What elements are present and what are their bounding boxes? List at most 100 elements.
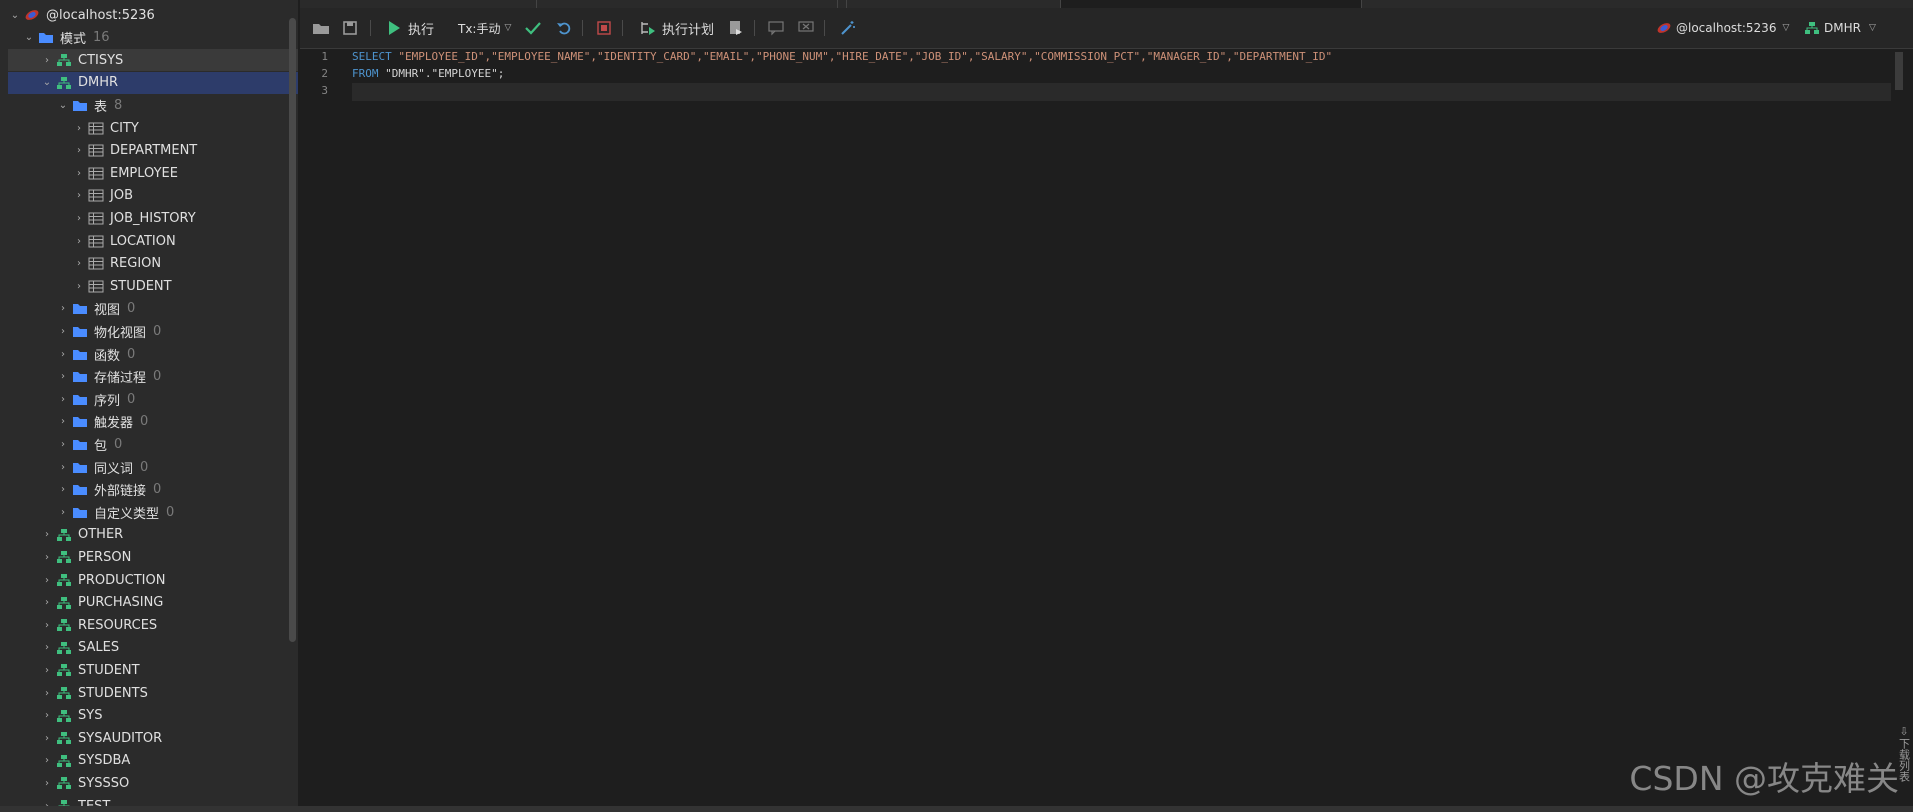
chevron-right-icon[interactable]: ›: [72, 258, 86, 269]
toolbar-separator: [622, 20, 623, 36]
tree-item-schema[interactable]: › RESOURCES: [8, 614, 298, 636]
tree-item-schema[interactable]: › CTISYS: [8, 49, 298, 72]
connection-label: @localhost:5236: [1676, 21, 1777, 35]
chevron-down-icon[interactable]: ⌄: [22, 32, 36, 43]
tree-item-folder[interactable]: › 触发器 0: [8, 411, 298, 433]
chevron-right-icon[interactable]: ›: [56, 394, 70, 405]
tree-item-schema[interactable]: › SYSDBA: [8, 750, 298, 772]
tree-item-schema[interactable]: › STUDENTS: [8, 682, 298, 704]
chevron-right-icon[interactable]: ›: [40, 597, 54, 608]
stop-icon: [596, 20, 612, 36]
chevron-right-icon[interactable]: ›: [40, 642, 54, 653]
tree-item-table[interactable]: › CITY: [8, 117, 298, 139]
chevron-right-icon[interactable]: ›: [40, 778, 54, 789]
stop-button[interactable]: [596, 17, 612, 39]
tree-item-schema[interactable]: ⌄ DMHR: [8, 71, 298, 94]
tree-item-folder[interactable]: › 同义词 0: [8, 456, 298, 478]
explain-button[interactable]: [728, 17, 744, 39]
chevron-right-icon[interactable]: ›: [56, 507, 70, 518]
table-icon: [86, 210, 106, 226]
chevron-right-icon[interactable]: ›: [72, 168, 86, 179]
chevron-right-icon[interactable]: ›: [56, 416, 70, 427]
rollback-button[interactable]: [556, 17, 572, 39]
chevron-right-icon[interactable]: ›: [40, 529, 54, 540]
comment-button[interactable]: [768, 17, 784, 39]
chevron-right-icon[interactable]: ›: [40, 733, 54, 744]
transaction-mode-dropdown[interactable]: Tx:手动 ▽: [458, 17, 511, 39]
tree-item-schema[interactable]: › OTHER: [8, 524, 298, 546]
chevron-right-icon[interactable]: ›: [40, 755, 54, 766]
tree-item-table[interactable]: › EMPLOYEE: [8, 162, 298, 184]
chevron-right-icon[interactable]: ›: [56, 371, 70, 382]
editor-tab[interactable]: [536, 0, 838, 8]
tree-item-connection[interactable]: ⌄ @localhost:5236: [8, 4, 280, 26]
editor-tab-active[interactable]: [1060, 0, 1362, 8]
chevron-right-icon[interactable]: ›: [72, 213, 86, 224]
tree-item-schema[interactable]: › PRODUCTION: [8, 569, 298, 591]
tree-item-schema[interactable]: › PERSON: [8, 546, 298, 568]
chevron-down-icon[interactable]: ⌄: [40, 77, 54, 88]
tree-item-schema[interactable]: › TEST: [8, 795, 298, 806]
execution-plan-button[interactable]: 执行计划: [640, 17, 714, 39]
tree-item-label: RESOURCES: [78, 617, 158, 633]
connection-selector[interactable]: @localhost:5236 ▽: [1656, 17, 1789, 39]
tree-item-tables-folder[interactable]: ⌄ 表 8: [8, 94, 298, 116]
tree-item-folder[interactable]: › 存储过程 0: [8, 366, 298, 388]
tree-item-schema[interactable]: › SYS: [8, 705, 298, 727]
sql-keyword: FROM: [352, 67, 379, 80]
chevron-right-icon[interactable]: ›: [56, 303, 70, 314]
tree-item-table[interactable]: › LOCATION: [8, 230, 298, 252]
tree-item-folder[interactable]: › 视图 0: [8, 298, 298, 320]
chevron-right-icon[interactable]: ›: [40, 710, 54, 721]
chevron-right-icon[interactable]: ›: [40, 575, 54, 586]
chevron-right-icon[interactable]: ›: [40, 552, 54, 563]
chevron-down-icon[interactable]: ⌄: [8, 10, 22, 21]
tree-item-schema[interactable]: › SYSSSO: [8, 772, 298, 794]
tree-item-schema[interactable]: › PURCHASING: [8, 592, 298, 614]
chevron-down-icon[interactable]: ⌄: [56, 100, 70, 111]
tree-item-label: 外部链接: [94, 484, 147, 500]
tree-item-table[interactable]: › JOB_HISTORY: [8, 207, 298, 229]
save-button[interactable]: [342, 17, 358, 39]
chevron-right-icon[interactable]: ›: [56, 439, 70, 450]
chevron-right-icon[interactable]: ›: [56, 484, 70, 495]
editor-scrollbar[interactable]: [1895, 52, 1903, 90]
tree-item-schemas-folder[interactable]: ⌄ 模式 16: [8, 27, 294, 49]
tree-scrollbar[interactable]: [289, 18, 296, 642]
uncomment-button[interactable]: [798, 17, 814, 39]
chevron-right-icon[interactable]: ›: [72, 190, 86, 201]
chevron-right-icon[interactable]: ›: [72, 236, 86, 247]
tree-item-folder[interactable]: › 序列 0: [8, 388, 298, 410]
tree-item-table[interactable]: › JOB: [8, 185, 298, 207]
open-file-button[interactable]: [312, 17, 330, 39]
sql-editor[interactable]: SELECT "EMPLOYEE_ID","EMPLOYEE_NAME","ID…: [352, 48, 1891, 806]
tree-item-schema[interactable]: › SALES: [8, 637, 298, 659]
tree-item-folder[interactable]: › 外部链接 0: [8, 479, 298, 501]
format-sql-button[interactable]: [840, 17, 856, 39]
play-icon: [386, 20, 402, 36]
schema-selector[interactable]: DMHR ▽: [1804, 17, 1876, 39]
tree-item-folder[interactable]: › 物化视图 0: [8, 320, 298, 342]
chevron-right-icon[interactable]: ›: [56, 349, 70, 360]
chevron-right-icon[interactable]: ›: [72, 123, 86, 134]
tree-item-folder[interactable]: › 包 0: [8, 433, 298, 455]
chevron-right-icon[interactable]: ›: [40, 665, 54, 676]
chevron-right-icon[interactable]: ›: [72, 145, 86, 156]
tree-item-table[interactable]: › STUDENT: [8, 275, 298, 297]
tree-item-table[interactable]: › DEPARTMENT: [8, 140, 298, 162]
download-icon: ⇩: [1899, 725, 1909, 738]
chevron-right-icon[interactable]: ›: [40, 620, 54, 631]
chevron-right-icon[interactable]: ›: [72, 281, 86, 292]
tree-item-folder[interactable]: › 自定义类型 0: [8, 501, 298, 523]
chevron-right-icon[interactable]: ›: [40, 688, 54, 699]
commit-button[interactable]: [524, 17, 542, 39]
tree-item-label: STUDENT: [78, 662, 140, 678]
chevron-right-icon[interactable]: ›: [56, 462, 70, 473]
chevron-right-icon[interactable]: ›: [56, 326, 70, 337]
tree-item-table[interactable]: › REGION: [8, 253, 298, 275]
chevron-right-icon[interactable]: ›: [40, 55, 54, 66]
execute-button[interactable]: 执行: [386, 17, 434, 39]
tree-item-folder[interactable]: › 函数 0: [8, 343, 298, 365]
tree-item-schema[interactable]: › SYSAUDITOR: [8, 727, 298, 749]
tree-item-schema[interactable]: › STUDENT: [8, 659, 298, 681]
